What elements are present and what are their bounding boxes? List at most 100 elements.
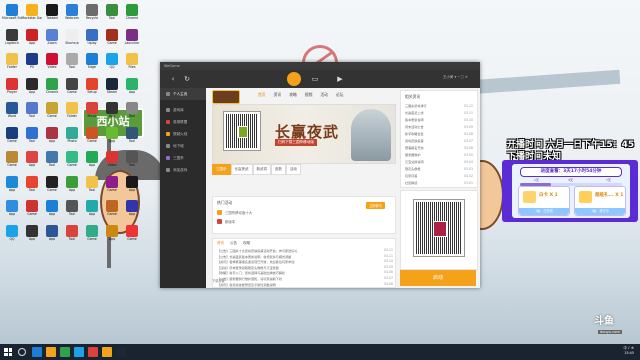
desktop-icon[interactable]: Edge — [83, 53, 101, 69]
desktop-icon[interactable]: App — [83, 151, 101, 167]
desktop-icon[interactable]: Folder — [63, 102, 81, 118]
sidebar-item[interactable]: 个人主页 — [160, 88, 206, 100]
desktop-icon[interactable]: App — [83, 200, 101, 216]
desktop-icon[interactable]: QQ — [3, 224, 21, 241]
taskbar-app-icon[interactable] — [116, 347, 126, 357]
desktop-icon[interactable]: App — [123, 175, 141, 192]
desktop-icon[interactable]: Folder — [3, 53, 21, 69]
sidebar-item[interactable]: 穿越火线 — [160, 128, 206, 140]
sidebar-item[interactable]: 三国杀 — [160, 152, 206, 164]
desktop-icon[interactable]: Files — [123, 53, 141, 69]
news-item[interactable]: 【资讯】新武将技能预览及平衡性调整说明 03-06 — [217, 282, 393, 288]
back-button[interactable]: ‹ — [168, 74, 178, 84]
related-news-item[interactable]: 版本更新说明 03-10 — [401, 117, 477, 124]
video-icon[interactable]: ▶ — [335, 74, 345, 84]
desktop-icon[interactable]: Tool — [123, 151, 141, 167]
desktop-icon[interactable]: Tool — [63, 224, 81, 241]
desktop-icon[interactable]: Photo — [63, 126, 81, 143]
taskbar-app-icon[interactable] — [60, 347, 70, 357]
banner-tab[interactable]: 活动 — [286, 164, 301, 175]
sidebar-item[interactable]: 添加游戏 — [160, 164, 206, 176]
desktop-icon[interactable]: Tabbed — [43, 4, 61, 20]
promo-banner[interactable]: 长赢夜武 扫码下载三国杀移动版 — [212, 104, 396, 164]
desktop-icon[interactable]: Game — [83, 224, 101, 241]
desktop-icon[interactable]: App — [23, 151, 41, 167]
related-news-item[interactable]: 长赢夜武上线 03-11 — [401, 110, 477, 117]
desktop-icon[interactable]: App — [103, 126, 121, 143]
related-news-item[interactable]: 服务器维护 03-05 — [401, 152, 477, 159]
clock[interactable]: 15:45 — [623, 351, 634, 356]
desktop-icon[interactable]: Tool — [83, 175, 101, 192]
desktop-icon[interactable]: Zoom — [43, 28, 61, 45]
desktop-icon[interactable]: Video — [43, 53, 61, 69]
desktop-icon[interactable]: Tool — [103, 4, 121, 20]
desktop-icon[interactable]: Game — [63, 151, 81, 167]
desktop-icon[interactable]: App — [123, 200, 141, 216]
desktop-icon[interactable]: App — [103, 102, 121, 118]
desktop-icon[interactable]: App — [43, 200, 61, 216]
game-tab[interactable]: 论坛 — [336, 92, 344, 98]
desktop-icon[interactable]: Tool — [63, 53, 81, 69]
download-settings-link[interactable]: 下载设置 — [212, 278, 225, 283]
desktop-icon[interactable]: Rockstar Games — [22, 4, 42, 20]
desktop-icon[interactable]: Shortcut — [63, 28, 81, 45]
desktop-icon[interactable]: Word — [3, 102, 21, 118]
desktop-icon[interactable]: Game — [43, 175, 61, 192]
related-news-item[interactable]: 武将皮肤投票 03-07 — [401, 138, 477, 145]
desktop-icon[interactable]: Player — [3, 77, 21, 94]
desktop-icon[interactable]: App — [3, 175, 21, 192]
sidebar-item[interactable]: 地下城 — [160, 140, 206, 152]
related-news-item[interactable]: 周末活动公告 03-09 — [401, 124, 477, 131]
taskbar-app-icon[interactable] — [46, 347, 56, 357]
taskbar-app-icon[interactable] — [74, 347, 84, 357]
desktop-icon[interactable]: Chrome — [43, 77, 61, 94]
window-controls[interactable]: 王小美 ▾ ─ □ ✕ — [443, 75, 468, 80]
sidebar-item[interactable]: 英雄联盟 — [160, 116, 206, 128]
related-news-item[interactable]: 新手攻略合集 03-08 — [401, 131, 477, 138]
desktop-icon[interactable]: Microsoft Edge — [2, 4, 22, 20]
banner-tab[interactable]: 三国杀 — [212, 164, 231, 175]
news-tab[interactable]: 攻略 — [243, 241, 250, 246]
desktop-icon[interactable]: Game — [103, 175, 121, 192]
desktop-icon[interactable]: App — [123, 77, 141, 94]
desktop-icon[interactable]: Music — [83, 102, 101, 118]
desktop-icon[interactable]: App — [103, 224, 121, 241]
desktop-icon[interactable]: Game — [103, 200, 121, 216]
desktop-icon[interactable]: Tool — [23, 102, 41, 118]
library-icon[interactable]: ▭ — [310, 74, 320, 84]
desktop-icon[interactable]: PS — [23, 53, 41, 69]
app-logo-icon[interactable] — [287, 72, 301, 86]
desktop-icon[interactable]: Game — [83, 126, 101, 143]
related-news-item[interactable]: 赛事报名开启 03-06 — [401, 145, 477, 152]
related-news-item[interactable]: 元宝兑换说明 03-04 — [401, 159, 477, 166]
game-tab[interactable]: 活动 — [320, 92, 328, 98]
related-news-item[interactable]: 玩家问答 03-02 — [401, 173, 477, 180]
desktop-icon[interactable]: Tool — [23, 126, 41, 143]
desktop-icon[interactable]: Recycle — [83, 4, 101, 20]
desktop-icon[interactable]: Webcam — [63, 4, 81, 20]
desktop-icon[interactable]: Game — [103, 28, 121, 45]
start-button[interactable] — [4, 348, 12, 356]
desktop-icon[interactable]: App — [23, 224, 41, 241]
desktop-icon[interactable]: Uplay — [83, 28, 101, 45]
desktop-icon[interactable]: Game — [43, 102, 61, 118]
taskbar-app-icon[interactable] — [102, 347, 112, 357]
launch-button[interactable]: 启动 — [400, 270, 476, 286]
news-tab[interactable]: 资讯 — [217, 241, 224, 246]
desktop-icon[interactable]: App — [23, 77, 41, 94]
desktop-icon[interactable]: Tool — [123, 102, 141, 118]
news-tab[interactable]: 公告 — [230, 241, 237, 246]
game-tab[interactable]: 资讯 — [274, 92, 282, 98]
desktop-icon[interactable]: Logitech — [3, 28, 21, 45]
desktop-icon[interactable]: Tool — [23, 175, 41, 192]
desktop-icon[interactable]: Game — [23, 200, 41, 216]
desktop-icon[interactable]: Game — [3, 126, 21, 143]
join-button[interactable]: 立即参与 — [366, 202, 385, 209]
desktop-icon[interactable]: App — [63, 175, 81, 192]
hot-row[interactable]: 新版本 — [225, 219, 235, 224]
sidebar-item[interactable]: 游戏库 — [160, 104, 206, 116]
desktop-icon[interactable]: App — [43, 126, 61, 143]
desktop-icon[interactable]: Steam — [103, 77, 121, 94]
desktop-icon[interactable]: Game — [3, 151, 21, 167]
game-tab[interactable]: 攻略 — [289, 92, 297, 98]
